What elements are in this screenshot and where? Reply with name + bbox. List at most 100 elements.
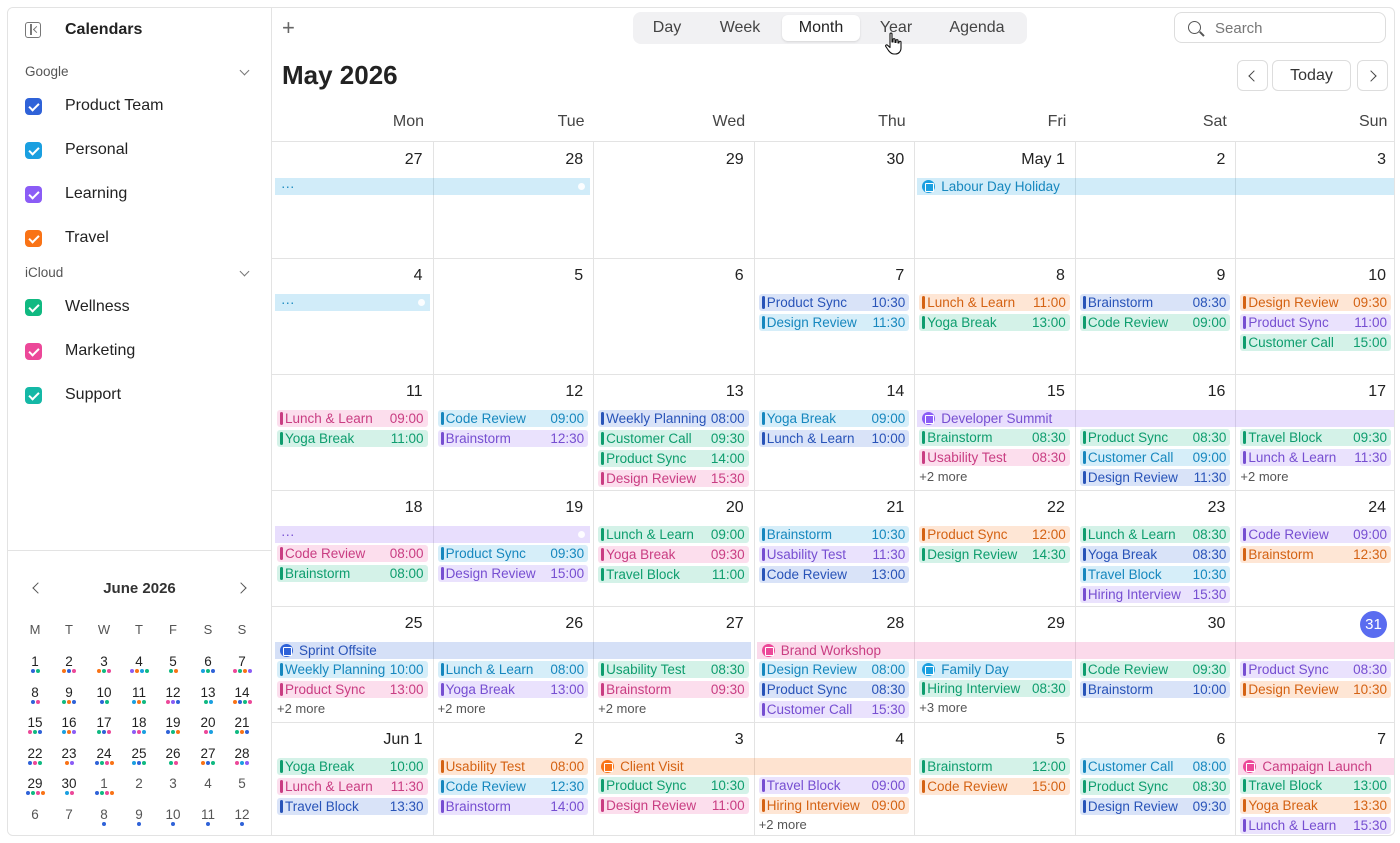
calendar-item[interactable]: Travel [25, 226, 255, 252]
calendar-item[interactable]: Learning [25, 182, 255, 208]
event-chip[interactable]: Code Review 09:00 [437, 410, 589, 427]
event-chip[interactable]: Product Sync 10:30 [598, 777, 749, 794]
event-chip[interactable]: Usability Test 08:00 [437, 758, 589, 775]
mini-day[interactable]: 2 [55, 654, 83, 673]
mini-day[interactable]: 6 [21, 807, 49, 822]
mini-day[interactable]: 3 [159, 776, 187, 791]
event-chip[interactable]: Yoga Break 09:30 [598, 546, 749, 563]
more-events-link[interactable]: +2 more [759, 817, 807, 832]
day-number[interactable]: 2 [1075, 151, 1226, 169]
event-chip[interactable]: Hiring Interview 08:30 [919, 680, 1070, 697]
chevron-down-icon[interactable] [239, 266, 250, 277]
mini-day[interactable]: 5 [159, 654, 187, 673]
mini-day[interactable]: 17 [90, 715, 118, 734]
sidebar-toggle-icon[interactable] [25, 22, 41, 38]
mini-day[interactable]: 26 [159, 746, 187, 765]
mini-day[interactable]: 12 [159, 685, 187, 704]
event-chip[interactable]: Design Review 15:00 [437, 565, 589, 582]
mini-day[interactable]: 11 [125, 685, 153, 704]
event-chip[interactable]: Travel Block 09:30 [1240, 429, 1391, 446]
event-chip[interactable]: Product Sync 08:30 [758, 681, 910, 698]
mini-day[interactable]: 6 [194, 654, 222, 673]
event-chip[interactable]: Product Sync 09:30 [437, 545, 589, 562]
event-chip[interactable]: Hiring Interview 15:30 [1079, 586, 1231, 603]
mini-day[interactable]: 28 [228, 746, 256, 765]
event-chip[interactable]: Usability Test 11:30 [758, 546, 910, 563]
day-number[interactable]: 4 [754, 731, 904, 749]
event-chip[interactable]: Brainstorm 08:30 [919, 429, 1070, 446]
calendar-group-label[interactable]: Google [25, 64, 69, 79]
event-chip[interactable]: Yoga Break 13:30 [1240, 797, 1391, 814]
calendar-checkbox[interactable] [25, 98, 42, 115]
event-chip[interactable]: Lunch & Learn 08:00 [437, 661, 589, 678]
event-chip[interactable]: Yoga Break 08:30 [1079, 546, 1231, 563]
multi-day-event[interactable]: Family Day [917, 661, 1072, 678]
event-chip[interactable]: Brainstorm 12:30 [437, 430, 589, 447]
chevron-down-icon[interactable] [239, 65, 250, 76]
day-number[interactable]: 3 [594, 731, 744, 749]
day-number[interactable]: Jun 1 [273, 731, 422, 749]
event-chip[interactable]: Yoga Break 11:00 [277, 430, 428, 447]
event-chip[interactable]: Travel Block 11:00 [598, 566, 749, 583]
mini-day[interactable]: 20 [194, 715, 222, 734]
event-chip[interactable]: Customer Call 08:00 [1079, 758, 1231, 775]
event-chip[interactable]: Code Review 12:30 [437, 778, 589, 795]
event-chip[interactable]: Usability Test 08:30 [598, 661, 749, 678]
day-number[interactable]: 8 [915, 267, 1065, 285]
search-box[interactable] [1174, 12, 1386, 43]
event-chip[interactable]: Product Sync 08:30 [1079, 778, 1231, 795]
event-chip[interactable]: Lunch & Learn 08:30 [1079, 526, 1231, 543]
event-chip[interactable]: Brainstorm 08:00 [277, 565, 428, 582]
more-events-link[interactable]: +2 more [1240, 469, 1288, 484]
day-number[interactable]: 30 [1075, 615, 1226, 633]
day-number[interactable]: 28 [754, 615, 904, 633]
mini-day[interactable]: 15 [21, 715, 49, 734]
day-number[interactable]: 29 [915, 615, 1065, 633]
event-chip[interactable]: Code Review 08:00 [277, 545, 428, 562]
more-events-link[interactable]: +3 more [919, 700, 967, 715]
day-number[interactable]: 11 [273, 383, 423, 401]
mini-day[interactable]: 16 [55, 715, 83, 734]
event-chip[interactable]: Yoga Break 09:00 [758, 410, 910, 427]
multi-day-event[interactable]: ··· [275, 178, 591, 195]
multi-day-event[interactable]: Client Visit [596, 758, 912, 775]
calendar-item[interactable]: Support [25, 383, 255, 409]
calendar-item[interactable]: Personal [25, 138, 255, 164]
day-number[interactable]: 15 [915, 383, 1065, 401]
mini-day[interactable]: 24 [90, 746, 118, 765]
mini-day[interactable]: 18 [125, 715, 153, 734]
event-chip[interactable]: Yoga Break 10:00 [277, 758, 428, 775]
event-chip[interactable]: Brainstorm 08:30 [1079, 294, 1231, 311]
mini-day[interactable]: 12 [228, 807, 256, 826]
day-number[interactable]: 29 [594, 151, 744, 169]
calendar-checkbox[interactable] [25, 343, 42, 360]
calendar-checkbox[interactable] [25, 299, 42, 316]
event-chip[interactable]: Design Review 09:30 [1079, 798, 1231, 815]
event-chip[interactable]: Customer Call 15:00 [1240, 334, 1391, 351]
mini-day[interactable]: 4 [125, 654, 153, 673]
day-number[interactable]: 23 [1075, 499, 1226, 517]
event-chip[interactable]: Design Review 14:30 [919, 546, 1070, 563]
mini-day[interactable]: 5 [228, 776, 256, 791]
view-tab-month[interactable]: Month [782, 15, 860, 41]
day-number[interactable]: 7 [1236, 731, 1386, 749]
next-month-button[interactable] [1357, 60, 1388, 91]
event-chip[interactable]: Lunch & Learn 11:00 [919, 294, 1070, 311]
multi-day-event[interactable]: Developer Summit [917, 410, 1394, 427]
mini-day[interactable]: 29 [21, 776, 49, 795]
event-chip[interactable]: Design Review 11:30 [758, 314, 910, 331]
multi-day-event[interactable]: Labour Day Holiday [917, 178, 1394, 195]
multi-day-event[interactable]: ··· [275, 526, 591, 543]
today-date-badge[interactable]: 31 [1359, 611, 1387, 638]
event-chip[interactable]: Weekly Planning 08:00 [598, 410, 749, 427]
event-chip[interactable]: Travel Block 13:00 [1240, 777, 1391, 794]
calendar-item[interactable]: Wellness [25, 295, 255, 321]
day-number[interactable]: 22 [915, 499, 1065, 517]
day-number[interactable]: 9 [1075, 267, 1226, 285]
mini-day[interactable]: 27 [194, 746, 222, 765]
calendar-group-label[interactable]: iCloud [25, 265, 63, 280]
day-number[interactable]: 14 [754, 383, 904, 401]
mini-day[interactable]: 8 [21, 685, 49, 704]
add-event-button[interactable]: + [282, 17, 295, 39]
event-chip[interactable]: Code Review 09:00 [1240, 526, 1391, 543]
